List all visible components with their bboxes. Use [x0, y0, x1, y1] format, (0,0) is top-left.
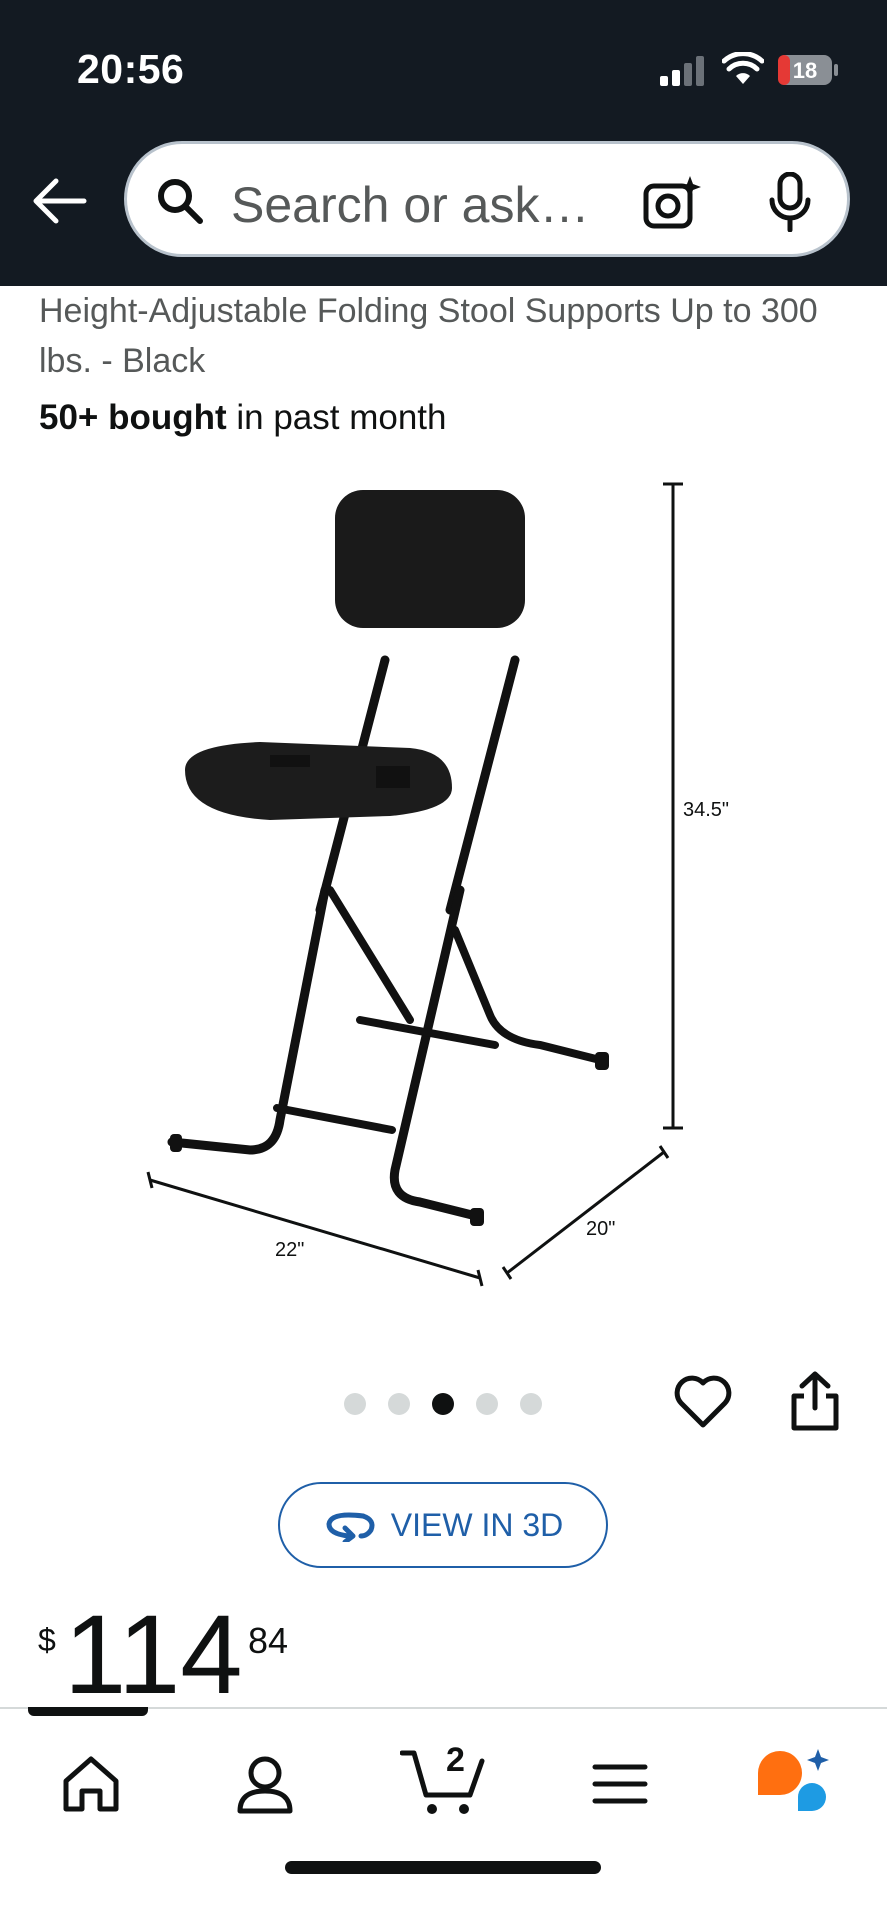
bought-count: 50+ bought in past month [39, 398, 447, 438]
nav-active-indicator [28, 1707, 148, 1716]
height-dimension-label: 34.5" [683, 799, 729, 821]
price-fraction: 84 [248, 1620, 289, 1661]
carousel-dot[interactable] [520, 1393, 542, 1415]
chair-backrest [335, 490, 525, 628]
price-whole: 114 [64, 1592, 243, 1717]
search-icon [158, 179, 203, 224]
width-dimension-line [146, 1171, 484, 1287]
view-3d-icon [326, 1512, 375, 1542]
menu-icon[interactable] [585, 1749, 655, 1819]
cart-count-badge: 2 [446, 1741, 465, 1779]
top-bar: 20:56 18 Search or ask… [0, 0, 887, 286]
chair-seat [185, 742, 452, 820]
depth-dimension-line [501, 1145, 670, 1280]
home-icon[interactable] [56, 1749, 126, 1819]
mic-icon[interactable] [767, 172, 813, 232]
status-time: 20:56 [77, 46, 185, 92]
product-title[interactable]: Height-Adjustable Folding Stool Supports… [39, 286, 859, 386]
heart-icon[interactable] [673, 1373, 733, 1429]
search-input[interactable]: Search or ask… [231, 176, 589, 234]
battery-level: 18 [793, 58, 817, 83]
share-icon[interactable] [788, 1370, 842, 1432]
search-bar[interactable]: Search or ask… [124, 141, 850, 257]
price-currency: $ [38, 1622, 56, 1658]
wifi-icon [722, 52, 764, 84]
account-icon[interactable] [230, 1749, 300, 1819]
home-indicator [285, 1861, 601, 1874]
carousel-dot[interactable] [344, 1393, 366, 1415]
chair-illustration [167, 655, 604, 1221]
product-image[interactable]: 34.5" 22" 20" [140, 470, 760, 1300]
bottom-navigation: 2 [0, 1707, 887, 1920]
carousel-dot-active[interactable] [432, 1393, 454, 1415]
view-in-3d-button[interactable]: VIEW IN 3D [278, 1482, 608, 1568]
view-in-3d-label: VIEW IN 3D [390, 1506, 564, 1543]
cart-icon[interactable] [400, 1739, 486, 1819]
bought-count-rest: in past month [226, 398, 447, 437]
height-dimension-line [663, 482, 683, 1130]
cellular-signal-icon [660, 56, 704, 86]
image-carousel-dots[interactable] [344, 1393, 542, 1415]
battery-icon: 18 [778, 55, 838, 85]
rufus-icon[interactable] [754, 1747, 834, 1819]
carousel-dot[interactable] [388, 1393, 410, 1415]
back-arrow-icon[interactable] [30, 176, 88, 226]
depth-dimension-label: 20" [586, 1218, 615, 1240]
carousel-dot[interactable] [476, 1393, 498, 1415]
width-dimension-label: 22" [275, 1239, 304, 1261]
bought-count-bold: 50+ bought [39, 398, 227, 437]
camera-icon[interactable] [642, 174, 702, 230]
